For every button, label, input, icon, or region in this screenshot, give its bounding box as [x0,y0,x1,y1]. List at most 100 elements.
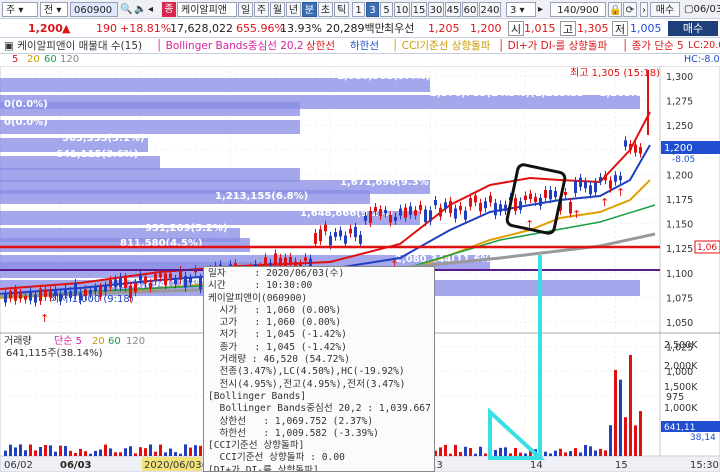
candle-body [139,274,142,281]
time-axis-label: 15 [615,460,628,471]
tab-year[interactable]: 년 [286,2,301,17]
volume-bar [4,450,7,456]
tooltip-line: 일자 : 2020/06/03(수) [208,268,345,279]
volume-tag: 641,11 [664,423,696,433]
search-icon[interactable]: 🔍 [120,2,134,17]
price-tag: 1,200 [664,143,693,154]
buy-signal-arrow: ↑ [40,312,49,325]
volume-tick-label: 2,000K [664,361,698,372]
candle-body [449,200,452,214]
tab-tick[interactable]: 틱 [334,2,349,17]
interval-10[interactable]: 10 [394,2,410,17]
candle-body [94,287,97,292]
volume-bar [79,448,82,456]
date-toggle-label: 06/03 [693,4,720,15]
stock-code-input[interactable]: 060900 [70,2,118,17]
tab-minute[interactable]: 분 [302,2,317,17]
candle-body [264,257,267,265]
candle-body [484,201,487,209]
volume-legend-p3: 120 [126,336,145,347]
volume-bar [154,451,157,456]
interval-1[interactable]: 1 [352,2,365,17]
volume-bar [479,446,482,456]
volume-profile-label: 1,680,965(9.4%) [337,71,430,82]
date-toggle[interactable]: ▢06/03 [684,2,720,17]
candle-body [469,198,472,207]
volume-legend-ma: 단순 5 [54,335,82,347]
candle-body [289,256,292,265]
volume-bar [439,447,442,456]
interval-45[interactable]: 45 [445,2,461,17]
candle-body [549,190,552,200]
legend-dmi: │ DI+가 DI-를 상향돌파 [498,40,608,52]
low-label: 저 [612,21,629,36]
expand-icon[interactable]: › [640,2,648,17]
interval-select-value: 3 [510,5,517,16]
volume-bar [469,448,472,456]
volume-bar [639,411,642,456]
volume-bar [634,425,637,456]
interval-select[interactable]: 3 ▾ [506,2,536,17]
tab-day[interactable]: 일 [238,2,253,17]
legend-bb-label: Bollinger Bands중심선 20,2 [165,40,304,52]
interval-15[interactable]: 15 [411,2,427,17]
candle-body [364,215,367,221]
interval-arrow-icon[interactable]: ▸ [538,2,548,17]
lock-icon[interactable]: 🔒 [608,2,622,17]
market-select[interactable]: 주 ▾ [2,2,38,17]
volume-bar [589,446,592,456]
volume-profile-label: 563,335(3.1%) [62,133,144,144]
time-axis-label: 15:30 [690,460,719,471]
watch-button[interactable]: 매수 [668,21,718,36]
candle-body [414,210,417,216]
volume-bar [549,453,552,456]
candle-body [179,269,182,280]
turnover-percent: 13.93% [280,22,322,35]
volume-bar [119,452,122,456]
volume-bar [449,453,452,456]
tab-week[interactable]: 주 [254,2,269,17]
interval-3[interactable]: 3 [366,2,379,17]
interval-5[interactable]: 5 [380,2,393,17]
tooltip-line: [Bollinger Bands] [208,390,307,402]
candle-body [164,273,167,286]
volume-bar [69,450,72,456]
interval-30[interactable]: 30 [428,2,444,17]
tab-month[interactable]: 월 [270,2,285,17]
interval-240[interactable]: 240 [479,2,501,17]
candle-body [574,180,577,193]
candle-body [519,201,522,210]
refresh-icon[interactable]: ⟳ [623,2,637,17]
prev-arrow-icon[interactable]: ◂ [148,2,162,17]
candle-body [464,210,467,220]
volume-profile-label: 0(0.0%) [4,117,48,128]
candle-body [439,207,442,217]
buy-toggle[interactable]: 매수 [650,2,680,17]
compare-select[interactable]: 전 ▾ [40,2,68,17]
bar-count-input[interactable]: 140/900 [550,2,606,17]
trade-amount: 20,289백만 [326,22,385,35]
candle-body [34,294,37,303]
candle-body [459,206,462,211]
speaker-icon[interactable]: 🔈 [134,2,148,17]
buy-signal-arrow: ↑ [600,196,609,209]
candle-body [429,210,432,222]
volume-bar [504,447,507,456]
candle-body [369,211,372,223]
volume-bar [159,444,162,456]
price-tick-label: 975 [666,392,684,403]
interval-60[interactable]: 60 [462,2,478,17]
volume-bar [499,447,502,456]
candle-body [534,196,537,202]
candle-body [184,275,187,288]
candle-body [149,282,152,289]
volume-bar [24,450,27,456]
price-tick-label: 1,300 [666,72,693,83]
candle-body [134,282,137,293]
candle-body [354,226,357,238]
legend-cci-label: CCI기준선 상향돌파 [401,40,491,52]
candle-body [524,195,527,201]
high-price: 1,305 [577,22,609,35]
stock-name-chip[interactable]: 케이알피앤 [177,2,237,17]
tab-second[interactable]: 초 [318,2,333,17]
